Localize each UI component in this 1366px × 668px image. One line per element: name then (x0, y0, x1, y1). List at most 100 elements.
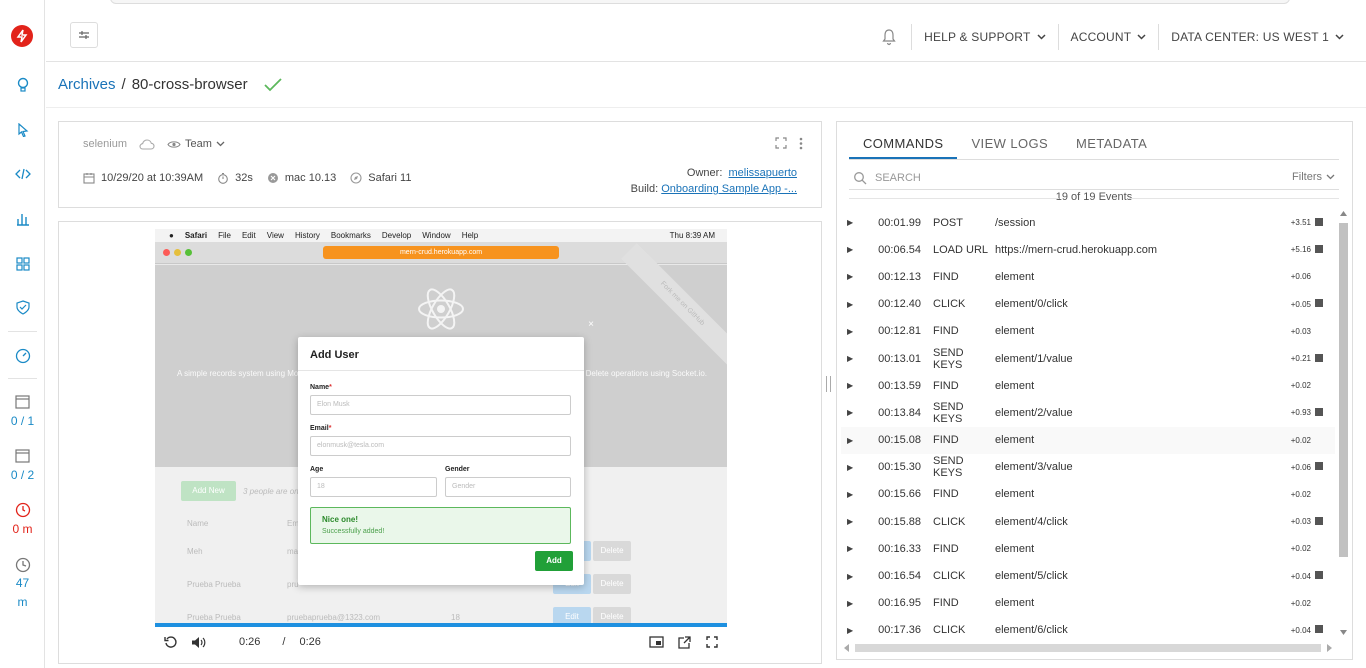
code-icon[interactable] (14, 165, 31, 182)
open-external-icon[interactable] (675, 634, 693, 650)
collapse-toggle-button[interactable] (70, 22, 98, 48)
command-row[interactable]: ▶ 00:17.36 CLICK element/6/click +0.04 (841, 617, 1335, 639)
filters-dropdown[interactable]: Filters (1292, 171, 1335, 183)
hero-text-left: A simple records system using Mo (177, 369, 299, 378)
screenshot-icon[interactable] (1315, 516, 1329, 527)
command-row[interactable]: ▶ 00:12.81 FIND element +0.03 (841, 318, 1335, 345)
mac-menu-item: Help (461, 231, 479, 240)
test-os: mac 10.13 (284, 172, 337, 184)
fullscreen-icon[interactable] (703, 634, 721, 650)
events-vertical-scrollbar[interactable] (1337, 209, 1350, 639)
safari-icon (350, 172, 362, 184)
data-center-menu[interactable]: DATA CENTER: US WEST 1 (1159, 30, 1356, 44)
screenshot-icon[interactable] (1315, 244, 1329, 255)
command-row[interactable]: ▶ 00:16.33 FIND element +0.02 (841, 535, 1335, 562)
expand-caret-icon[interactable]: ▶ (847, 599, 859, 608)
command-row[interactable]: ▶ 00:13.01 SEND KEYS element/1/value +0.21 (841, 345, 1335, 372)
expand-caret-icon[interactable]: ▶ (847, 354, 859, 363)
screenshot-icon[interactable] (1315, 299, 1329, 309)
window-icon[interactable] (14, 447, 31, 464)
account-menu[interactable]: ACCOUNT (1059, 30, 1159, 44)
tab-commands[interactable]: COMMANDS (849, 130, 958, 159)
shield-icon[interactable] (14, 299, 31, 316)
expand-caret-icon[interactable]: ▶ (847, 245, 859, 254)
command-row[interactable]: ▶ 00:15.88 CLICK element/4/click +0.03 (841, 508, 1335, 535)
volume-icon[interactable] (189, 634, 207, 650)
lightbulb-icon[interactable] (14, 76, 31, 93)
visibility-dropdown[interactable]: Team (167, 138, 225, 150)
expand-caret-icon[interactable]: ▶ (847, 517, 859, 526)
panel-resize-handle[interactable] (826, 376, 831, 392)
command-search[interactable]: SEARCH Filters (849, 166, 1339, 190)
expand-icon[interactable] (775, 137, 787, 149)
help-support-menu[interactable]: HELP & SUPPORT (912, 30, 1057, 44)
expand-caret-icon[interactable]: ▶ (847, 626, 859, 635)
scroll-down-icon[interactable] (1340, 630, 1347, 635)
email-field: elonmusk@tesla.com (310, 436, 571, 456)
expand-caret-icon[interactable]: ▶ (847, 436, 859, 445)
more-vertical-icon[interactable] (799, 137, 803, 150)
tab-metadata[interactable]: METADATA (1062, 130, 1161, 159)
expand-caret-icon[interactable]: ▶ (847, 218, 859, 227)
command-row[interactable]: ▶ 00:16.54 CLICK element/5/click +0.04 (841, 562, 1335, 589)
command-time: 00:15.08 (878, 434, 921, 447)
rail-count-sessions: 0 / 1 (10, 414, 35, 428)
command-row[interactable]: ▶ 00:15.08 FIND element +0.02 (841, 426, 1335, 454)
expand-caret-icon[interactable]: ▶ (847, 572, 859, 581)
expand-caret-icon[interactable]: ▶ (847, 463, 859, 472)
command-row[interactable]: ▶ 00:01.99 POST/session +3.51 (841, 209, 1335, 236)
expand-caret-icon[interactable]: ▶ (847, 327, 859, 336)
command-row[interactable]: ▶ 00:12.13 FIND element +0.06 (841, 263, 1335, 290)
screenshot-icon[interactable] (1315, 571, 1329, 581)
command-row[interactable]: ▶ 00:13.84 SEND KEYS element/2/value +0.93 (841, 399, 1335, 426)
expand-caret-icon[interactable]: ▶ (847, 272, 859, 281)
scroll-thumb[interactable] (855, 644, 1321, 652)
left-rail: 0 / 1 0 / 2 0 m 47 m (0, 0, 45, 668)
expand-caret-icon[interactable]: ▶ (847, 490, 859, 499)
screenshot-icon[interactable] (1315, 625, 1329, 635)
command-name: POST (933, 216, 963, 229)
replay-icon[interactable] (161, 634, 179, 650)
screenshot-icon[interactable] (1315, 462, 1329, 472)
screenshot-icon[interactable] (1315, 407, 1329, 418)
notice-text: Successfully added! (322, 528, 385, 535)
mac-menu-item: Develop (381, 231, 412, 240)
screenshot-icon[interactable] (1315, 217, 1329, 228)
bell-icon[interactable] (881, 28, 897, 46)
brand-logo-icon[interactable] (11, 25, 33, 47)
filters-label: Filters (1292, 171, 1322, 183)
stopwatch-icon (218, 172, 228, 184)
events-horizontal-scrollbar[interactable] (841, 642, 1335, 654)
window-icon[interactable] (14, 393, 31, 410)
breadcrumb-archives-link[interactable]: Archives (58, 76, 116, 93)
command-row[interactable]: ▶ 00:06.54 LOAD URL https://mern-crud.herok… (841, 236, 1335, 263)
clock-alert-icon[interactable] (14, 501, 31, 518)
history-icon[interactable] (14, 556, 31, 573)
video-screen[interactable]: ● Safari File Edit View History Bookmark… (155, 229, 727, 625)
build-link[interactable]: Onboarding Sample App -... (661, 183, 797, 195)
grid-icon[interactable] (14, 255, 31, 272)
scroll-left-icon[interactable] (844, 644, 849, 652)
picture-in-picture-icon[interactable] (647, 634, 665, 650)
command-row[interactable]: ▶ 00:16.95 FIND element +0.02 (841, 590, 1335, 617)
expand-caret-icon[interactable]: ▶ (847, 544, 859, 553)
playback-progress-bar[interactable] (155, 623, 727, 627)
expand-caret-icon[interactable]: ▶ (847, 300, 859, 309)
expand-caret-icon[interactable]: ▶ (847, 381, 859, 390)
scroll-thumb[interactable] (1339, 223, 1348, 557)
owner-link[interactable]: melissapuerto (729, 167, 797, 179)
screenshot-icon[interactable] (1315, 353, 1329, 364)
expand-caret-icon[interactable]: ▶ (847, 408, 859, 417)
command-row[interactable]: ▶ 00:12.40 CLICK element/0/click +0.05 (841, 291, 1335, 318)
bar-chart-icon[interactable] (14, 210, 31, 227)
command-row[interactable]: ▶ 00:15.66 FIND element +0.02 (841, 481, 1335, 508)
duration-meta: 32s (217, 172, 253, 184)
command-row[interactable]: ▶ 00:15.30 SEND KEYS element/3/value +0.06 (841, 454, 1335, 481)
scroll-up-icon[interactable] (1340, 211, 1347, 216)
speedometer-icon[interactable] (14, 347, 31, 364)
command-row[interactable]: ▶ 00:13.59 FIND element +0.02 (841, 372, 1335, 399)
cursor-icon[interactable] (14, 121, 31, 138)
breadcrumb-current: 80-cross-browser (131, 76, 248, 93)
scroll-right-icon[interactable] (1327, 644, 1332, 652)
tab-view-logs[interactable]: VIEW LOGS (957, 130, 1062, 159)
